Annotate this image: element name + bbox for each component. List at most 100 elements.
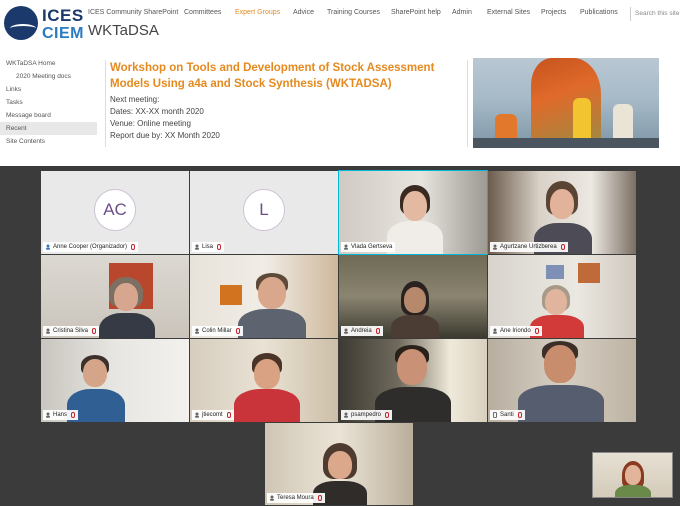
video-picture	[546, 265, 564, 279]
participant-name: Vlada Gertseva	[351, 244, 393, 250]
video-body	[615, 485, 651, 497]
mic-muted-icon	[131, 244, 136, 250]
nav-expert-groups[interactable]: Expert Groups	[235, 9, 280, 16]
video-face	[114, 283, 138, 311]
participant-nameplate: Teresa Moura	[267, 493, 325, 503]
video-face	[550, 189, 574, 219]
participant-tile[interactable]: Andreia	[339, 255, 487, 338]
mic-muted-icon	[517, 412, 522, 418]
participant-nameplate: Lisa	[192, 242, 225, 252]
leftnav-item-message-board[interactable]: Message board	[0, 109, 97, 122]
next-meeting-label: Next meeting:	[110, 95, 160, 104]
person-icon	[344, 412, 348, 418]
ices-logo[interactable]: ICES CIEM	[4, 4, 88, 44]
leftnav-item-links[interactable]: Links	[0, 83, 97, 96]
leftnav-item-meeting-docs[interactable]: 2020 Meeting docs	[0, 70, 97, 83]
mic-muted-icon	[235, 328, 240, 334]
participant-tile[interactable]: Ane Iriondo	[488, 255, 636, 338]
video-book	[220, 285, 242, 305]
workshop-title: Workshop on Tools and Development of Sto…	[110, 62, 435, 90]
participant-name: Agurtzane Urtizberea	[500, 244, 557, 250]
mic-muted-icon	[560, 244, 565, 250]
mic-muted-icon	[71, 412, 76, 418]
video-body	[387, 221, 443, 254]
participant-nameplate: Anne Cooper (Organizador)	[43, 242, 139, 252]
nav-external-sites[interactable]: External Sites	[487, 9, 530, 16]
video-face	[625, 465, 641, 485]
video-body	[518, 385, 604, 422]
participant-tile[interactable]: Santi	[488, 339, 636, 422]
participant-name: Teresa Moura	[277, 495, 314, 501]
leftnav-item-recent[interactable]: Recent	[0, 122, 97, 135]
mic-muted-icon	[317, 495, 322, 501]
participant-tile[interactable]: AC Anne Cooper (Organizador)	[41, 171, 189, 254]
nav-publications[interactable]: Publications	[580, 9, 618, 16]
participant-nameplate: Colin Millar	[192, 326, 243, 336]
ices-globe-icon	[4, 6, 38, 40]
participant-nameplate: Vlada Gertseva	[341, 242, 396, 252]
nav-advice[interactable]: Advice	[293, 9, 314, 16]
video-meeting-gallery: AC Anne Cooper (Organizador) L Lisa Vlad…	[0, 166, 680, 506]
participant-name: Hans	[53, 412, 68, 418]
participant-tile[interactable]: psampedro	[339, 339, 487, 422]
sharepoint-page: ICES CIEM WKTaDSA ICES Community SharePo…	[0, 0, 680, 165]
leftnav-item-tasks[interactable]: Tasks	[0, 96, 97, 109]
mic-muted-icon	[385, 412, 390, 418]
left-navigation: WKTaDSA Home 2020 Meeting docs Links Tas…	[0, 57, 97, 148]
video-face	[397, 349, 427, 385]
participant-tile[interactable]: Agurtzane Urtizberea	[488, 171, 636, 254]
participant-tile[interactable]: Cristina Silva	[41, 255, 189, 338]
logo-text-ciem: CIEM	[42, 25, 84, 42]
leftnav-item-home[interactable]: WKTaDSA Home	[0, 57, 97, 70]
site-title[interactable]: WKTaDSA	[88, 22, 159, 39]
participant-name: Andreia	[351, 328, 372, 334]
photo-deck	[473, 138, 659, 148]
self-view-video[interactable]	[592, 452, 673, 498]
divider	[105, 60, 106, 147]
participant-nameplate: Agurtzane Urtizberea	[490, 242, 568, 252]
search-placeholder: Search this site	[635, 10, 680, 17]
person-icon	[493, 328, 497, 334]
mic-muted-icon	[217, 244, 222, 250]
participant-nameplate: psampedro	[341, 410, 393, 420]
person-icon	[195, 244, 199, 250]
video-face	[404, 287, 426, 313]
participant-tile[interactable]: Colin Millar	[190, 255, 338, 338]
nav-projects[interactable]: Projects	[541, 9, 566, 16]
nav-committees[interactable]: Committees	[184, 9, 221, 16]
report-due: Report due by: XX Month 2020	[110, 131, 220, 140]
nav-admin[interactable]: Admin	[452, 9, 472, 16]
video-face	[83, 359, 107, 387]
person-icon	[344, 328, 348, 334]
mic-muted-icon	[92, 328, 97, 334]
person-icon	[195, 412, 199, 418]
search-input[interactable]: Search this site	[630, 7, 680, 21]
person-icon	[270, 495, 274, 501]
video-face	[403, 191, 427, 221]
participant-nameplate: Ane Iriondo	[490, 326, 542, 336]
nav-ices-community[interactable]: ICES Community SharePoint	[88, 9, 178, 16]
video-body	[391, 315, 439, 338]
nav-training-courses[interactable]: Training Courses	[327, 9, 380, 16]
participant-tile[interactable]: Hans	[41, 339, 189, 422]
person-icon	[46, 328, 50, 334]
divider	[467, 60, 468, 147]
video-face	[258, 277, 286, 309]
participant-nameplate: Cristina Silva	[43, 326, 100, 336]
phone-icon	[493, 412, 497, 418]
participant-tile[interactable]: Teresa Moura	[265, 423, 413, 505]
participant-tile[interactable]: L Lisa	[190, 171, 338, 254]
video-face	[328, 451, 352, 479]
fishing-vessel-photo	[473, 58, 659, 148]
participant-nameplate: Andreia	[341, 326, 383, 336]
nav-sharepoint-help[interactable]: SharePoint help	[391, 9, 441, 16]
participant-name: Cristina Silva	[53, 328, 89, 334]
participant-tile[interactable]: jtiecomt	[190, 339, 338, 422]
video-body	[238, 309, 306, 338]
participant-name: Ane Iriondo	[500, 328, 531, 334]
participant-tile-active-speaker[interactable]: Vlada Gertseva	[338, 170, 488, 255]
video-picture	[578, 263, 600, 283]
leftnav-item-site-contents[interactable]: Site Contents	[0, 135, 97, 148]
participant-nameplate: Hans	[43, 410, 79, 420]
mic-muted-icon	[534, 328, 539, 334]
